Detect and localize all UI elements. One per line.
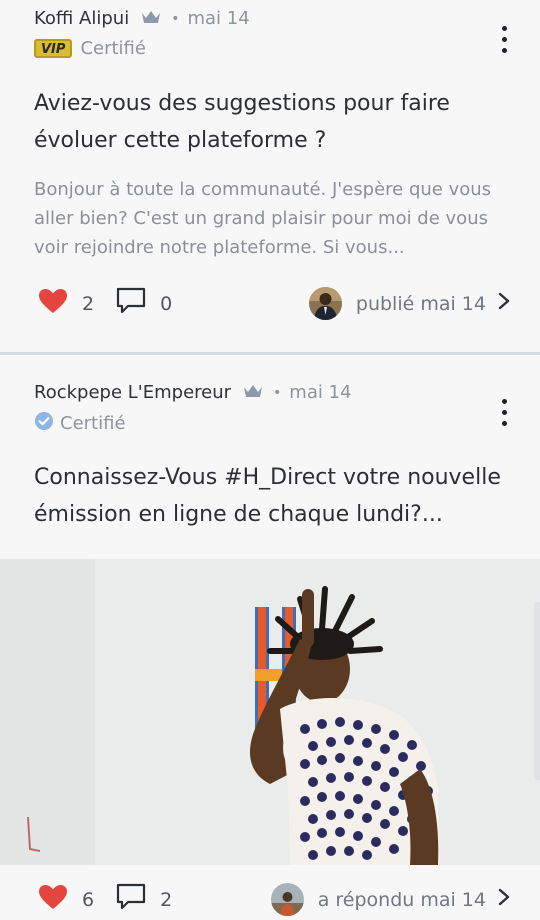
comment-count: 0 (160, 292, 173, 315)
comment-count: 2 (160, 888, 173, 911)
reply-info[interactable]: a répondu mai 14 (318, 889, 486, 911)
heart-icon[interactable] (38, 884, 68, 915)
post-date: mai 14 (289, 382, 352, 403)
post-title[interactable]: Connaissez-Vous #H_Direct votre nouvelle… (34, 459, 506, 533)
chevron-right-icon[interactable] (498, 292, 510, 315)
post-date: mai 14 (187, 8, 250, 29)
heart-icon[interactable] (38, 288, 68, 319)
avatar[interactable] (270, 883, 304, 916)
post-actions: 2 0 publié mai 14 (38, 287, 510, 320)
separator-dot: • (171, 10, 180, 27)
kebab-menu-icon[interactable] (498, 399, 510, 426)
post-title[interactable]: Aviez-vous des suggestions pour faire év… (34, 85, 506, 159)
published-info[interactable]: publié mai 14 (356, 293, 486, 315)
post-card: Rockpepe L'Empereur • mai 14 Certifié Co… (0, 355, 540, 920)
post-excerpt[interactable]: Bonjour à toute la communauté. J'espère … (34, 175, 504, 262)
comment-button[interactable]: 2 (116, 883, 172, 916)
avatar[interactable] (308, 287, 342, 320)
vip-badge: VIP (34, 39, 73, 58)
separator-dot: • (273, 384, 282, 401)
comment-icon (116, 287, 146, 320)
certified-label: Certifié (60, 413, 126, 434)
scrollbar[interactable] (534, 602, 540, 780)
like-count: 6 (82, 888, 95, 911)
badge-row: VIP Certifié (34, 38, 146, 59)
author-name[interactable]: Koffi Alipui (34, 8, 129, 29)
kebab-menu-icon[interactable] (498, 26, 510, 53)
post-meta: Koffi Alipui • mai 14 (34, 8, 250, 29)
comment-icon (116, 883, 146, 916)
like-count: 2 (82, 292, 95, 315)
crown-icon (141, 8, 161, 29)
certified-check-icon (34, 411, 54, 436)
chevron-right-icon[interactable] (498, 888, 510, 911)
post-meta: Rockpepe L'Empereur • mai 14 (34, 382, 352, 403)
post-card: Koffi Alipui • mai 14 VIP Certifié Aviez… (0, 0, 540, 352)
post-actions: 6 2 a répondu mai 14 (38, 883, 510, 916)
crown-icon (243, 382, 263, 403)
author-name[interactable]: Rockpepe L'Empereur (34, 382, 231, 403)
certified-label: Certifié (80, 38, 146, 59)
badge-row: Certifié (34, 411, 126, 436)
comment-button[interactable]: 0 (116, 287, 172, 320)
post-video-thumbnail[interactable] (0, 559, 540, 865)
